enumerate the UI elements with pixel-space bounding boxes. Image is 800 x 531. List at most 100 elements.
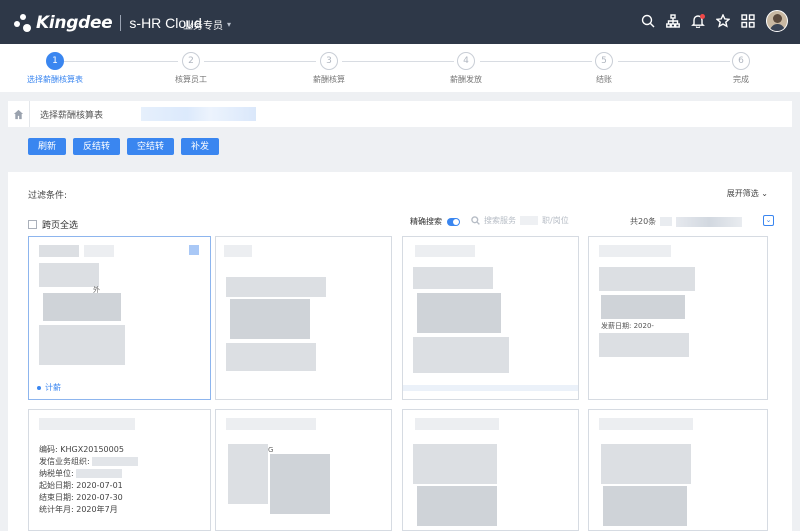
blurred-field — [417, 293, 501, 333]
payroll-sheet-card[interactable]: G — [215, 409, 392, 531]
payroll-sheet-card[interactable] — [402, 409, 579, 531]
blurred-field — [413, 444, 497, 484]
detail-end-date: 结束日期: 2020-07-30 — [39, 493, 123, 502]
star-icon[interactable] — [716, 14, 730, 28]
status-dot-icon — [37, 385, 41, 390]
step-number: 3 — [320, 52, 338, 70]
blurred-card-title — [599, 245, 671, 257]
blurred-field — [413, 267, 493, 289]
step-select-payroll-sheet[interactable]: 1 选择薪酬核算表 — [20, 52, 90, 85]
step-label: 选择薪酬核算表 — [27, 75, 83, 84]
kingdee-logo-mark-icon — [14, 14, 32, 32]
blurred-pager-controls — [676, 216, 743, 227]
blurred-field — [43, 293, 121, 321]
step-number: 2 — [182, 52, 200, 70]
expand-filter-label: 展开筛选 — [726, 189, 759, 198]
search-placeholder-blur — [520, 215, 538, 225]
step-number: 5 — [595, 52, 613, 70]
bell-icon[interactable] — [691, 14, 705, 28]
blurred-card-title — [39, 245, 79, 257]
step-finish[interactable]: 6 完成 — [706, 52, 776, 85]
payroll-sheet-card[interactable]: 编码: KHGX20150005 发信业务组织: 纳税单位: 起始日期: 202… — [28, 409, 211, 531]
blurred-card-title — [39, 418, 135, 430]
exact-search-toggle-group: 精确搜索 — [410, 216, 460, 227]
notification-dot — [700, 14, 705, 19]
blurred-card-title — [599, 418, 693, 430]
blurred-field — [417, 486, 497, 526]
chevron-down-icon: ⌄ — [761, 189, 768, 198]
total-count: 共20条 — [630, 217, 657, 226]
role-label: 业务专员 — [183, 21, 223, 32]
apps-grid-icon[interactable] — [741, 14, 755, 28]
payroll-sheet-card[interactable] — [402, 236, 579, 400]
detail-org: 发信业务组织: — [39, 456, 139, 468]
logo-divider — [120, 15, 122, 31]
search-placeholder: 搜索服务 — [484, 215, 516, 225]
step-payroll-calc[interactable]: 3 薪酬核算 — [294, 52, 364, 85]
kingdee-logo[interactable]: Kingdee s-HR Cloud — [14, 13, 202, 33]
card-status-label: 计薪 — [45, 383, 61, 392]
payroll-sheet-card[interactable] — [588, 409, 768, 531]
pagination: 共20条 — [630, 216, 743, 227]
blurred-field — [226, 343, 316, 371]
reissue-button[interactable]: 补发 — [181, 138, 220, 155]
step-label: 核算员工 — [175, 75, 207, 84]
search-icon[interactable] — [641, 14, 655, 28]
home-icon[interactable] — [8, 101, 30, 127]
blurred-field — [599, 333, 689, 357]
blurred-field — [270, 454, 330, 514]
step-calc-employees[interactable]: 2 核算员工 — [156, 52, 226, 85]
select-all-across-pages[interactable]: 跨页全选 — [28, 218, 78, 231]
page-size-select[interactable]: ⌄ — [763, 215, 774, 226]
blurred-breadcrumb-tab — [141, 107, 256, 121]
blurred-card-title — [415, 418, 499, 430]
search-input[interactable]: 搜索服务 职/岗位 — [471, 213, 596, 227]
step-label: 结账 — [596, 75, 612, 84]
step-close-account[interactable]: 5 结账 — [569, 52, 639, 85]
blurred-card-title — [224, 245, 252, 257]
org-tree-icon[interactable] — [666, 14, 680, 28]
empty-close-button[interactable]: 空结转 — [127, 138, 175, 155]
detail-period: 统计年月: 2020年7月 — [39, 505, 118, 514]
step-number: 1 — [46, 52, 64, 70]
step-number: 6 — [732, 52, 750, 70]
filter-title: 过滤条件: — [28, 191, 68, 201]
search-icon — [471, 215, 480, 225]
step-payroll-payment[interactable]: 4 薪酬发放 — [431, 52, 501, 85]
blurred-field — [603, 486, 687, 526]
blurred-card-footer — [403, 385, 578, 391]
detail-start-date: 起始日期: 2020-07-01 — [39, 481, 123, 490]
payroll-sheet-card[interactable] — [215, 236, 392, 400]
step-label: 薪酬核算 — [313, 75, 345, 84]
payroll-sheet-card[interactable]: 发薪日期: 2020- — [588, 236, 768, 400]
expand-filter-link[interactable]: 展开筛选 ⌄ — [727, 188, 768, 199]
exact-search-toggle[interactable] — [447, 217, 460, 226]
blurred-field — [226, 277, 326, 297]
card-fragment-text: G — [268, 446, 274, 454]
blurred-field — [599, 267, 695, 291]
role-switcher[interactable]: 业务专员 ▾ — [183, 17, 231, 32]
card-status: 计薪 — [37, 382, 61, 393]
brand-name: Kingdee — [36, 13, 113, 33]
select-all-checkbox[interactable] — [28, 220, 37, 229]
page-input[interactable] — [660, 217, 673, 226]
detail-code: 编码: KHGX20150005 — [39, 445, 124, 454]
blurred-field — [39, 325, 125, 365]
wizard-stepper: 1 选择薪酬核算表 2 核算员工 3 薪酬核算 4 薪酬发放 5 结账 6 完成 — [0, 44, 800, 92]
step-label: 完成 — [733, 75, 749, 84]
blurred-field — [228, 444, 268, 504]
step-number: 4 — [457, 52, 475, 70]
breadcrumb: 选择薪酬核算表 — [8, 101, 792, 127]
reverse-close-button[interactable]: 反结转 — [73, 138, 121, 155]
payroll-sheet-panel: 过滤条件: 展开筛选 ⌄ 跨页全选 精确搜索 搜索服务 职/岗位 共20条 ⌄ … — [8, 172, 792, 531]
header-actions — [641, 10, 788, 32]
action-toolbar: 刷新 反结转 空结转 补发 — [28, 138, 220, 155]
blurred-field — [413, 337, 509, 373]
payroll-sheet-card[interactable]: 外 计薪 — [28, 236, 211, 400]
refresh-button[interactable]: 刷新 — [28, 138, 67, 155]
blurred-field — [39, 263, 99, 287]
blurred-card-title — [84, 245, 114, 257]
user-avatar[interactable] — [766, 10, 788, 32]
blurred-field — [230, 299, 310, 339]
breadcrumb-current: 选择薪酬核算表 — [40, 110, 104, 121]
